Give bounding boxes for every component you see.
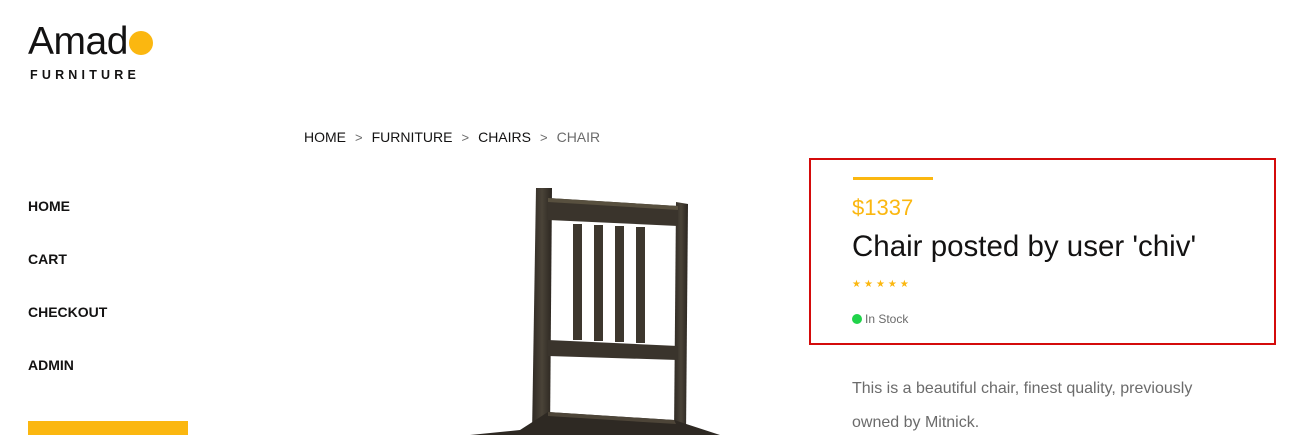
logo-dot-icon bbox=[128, 31, 153, 55]
nav-item-home[interactable]: HOME bbox=[28, 196, 107, 249]
star-icon: ★ bbox=[875, 279, 885, 290]
product-summary-highlight: $1337 Chair posted by user 'chiv' ★ ★ ★ … bbox=[809, 158, 1276, 345]
stock-status-label: In Stock bbox=[865, 312, 909, 326]
star-icon: ★ bbox=[887, 279, 897, 290]
breadcrumb-separator: > bbox=[355, 129, 363, 145]
sidebar-accent-bar bbox=[28, 421, 188, 435]
logo-wordmark: Amad bbox=[28, 20, 128, 63]
stock-status: In Stock bbox=[852, 312, 908, 326]
breadcrumb-chairs[interactable]: CHAIRS bbox=[478, 129, 531, 145]
product-price: $1337 bbox=[852, 195, 914, 220]
logo[interactable]: Amad FURNITURE bbox=[28, 20, 153, 82]
accent-line bbox=[853, 177, 933, 180]
breadcrumb-furniture[interactable]: FURNITURE bbox=[372, 129, 453, 145]
chair-image-icon bbox=[470, 188, 720, 435]
logo-tagline: FURNITURE bbox=[30, 68, 141, 82]
product-image[interactable] bbox=[440, 180, 720, 435]
nav-item-admin[interactable]: ADMIN bbox=[28, 355, 107, 408]
breadcrumb-separator: > bbox=[539, 129, 548, 145]
star-icon: ★ bbox=[863, 279, 873, 290]
breadcrumb-separator: > bbox=[461, 129, 470, 145]
nav-item-checkout[interactable]: CHECKOUT bbox=[28, 302, 107, 355]
breadcrumb-home[interactable]: HOME bbox=[304, 129, 346, 145]
breadcrumb: HOME > FURNITURE > CHAIRS > CHAIR bbox=[304, 129, 600, 145]
product-rating: ★ ★ ★ ★ ★ bbox=[852, 280, 909, 290]
stock-status-dot-icon bbox=[852, 314, 862, 324]
star-icon: ★ bbox=[852, 279, 861, 290]
product-title: Chair posted by user 'chiv' bbox=[852, 230, 1197, 263]
star-icon: ★ bbox=[899, 279, 909, 290]
breadcrumb-current: CHAIR bbox=[556, 129, 601, 145]
product-description: This is a beautiful chair, finest qualit… bbox=[852, 380, 1193, 431]
main-nav: HOME CART CHECKOUT ADMIN bbox=[28, 196, 107, 408]
nav-item-cart[interactable]: CART bbox=[28, 249, 107, 302]
